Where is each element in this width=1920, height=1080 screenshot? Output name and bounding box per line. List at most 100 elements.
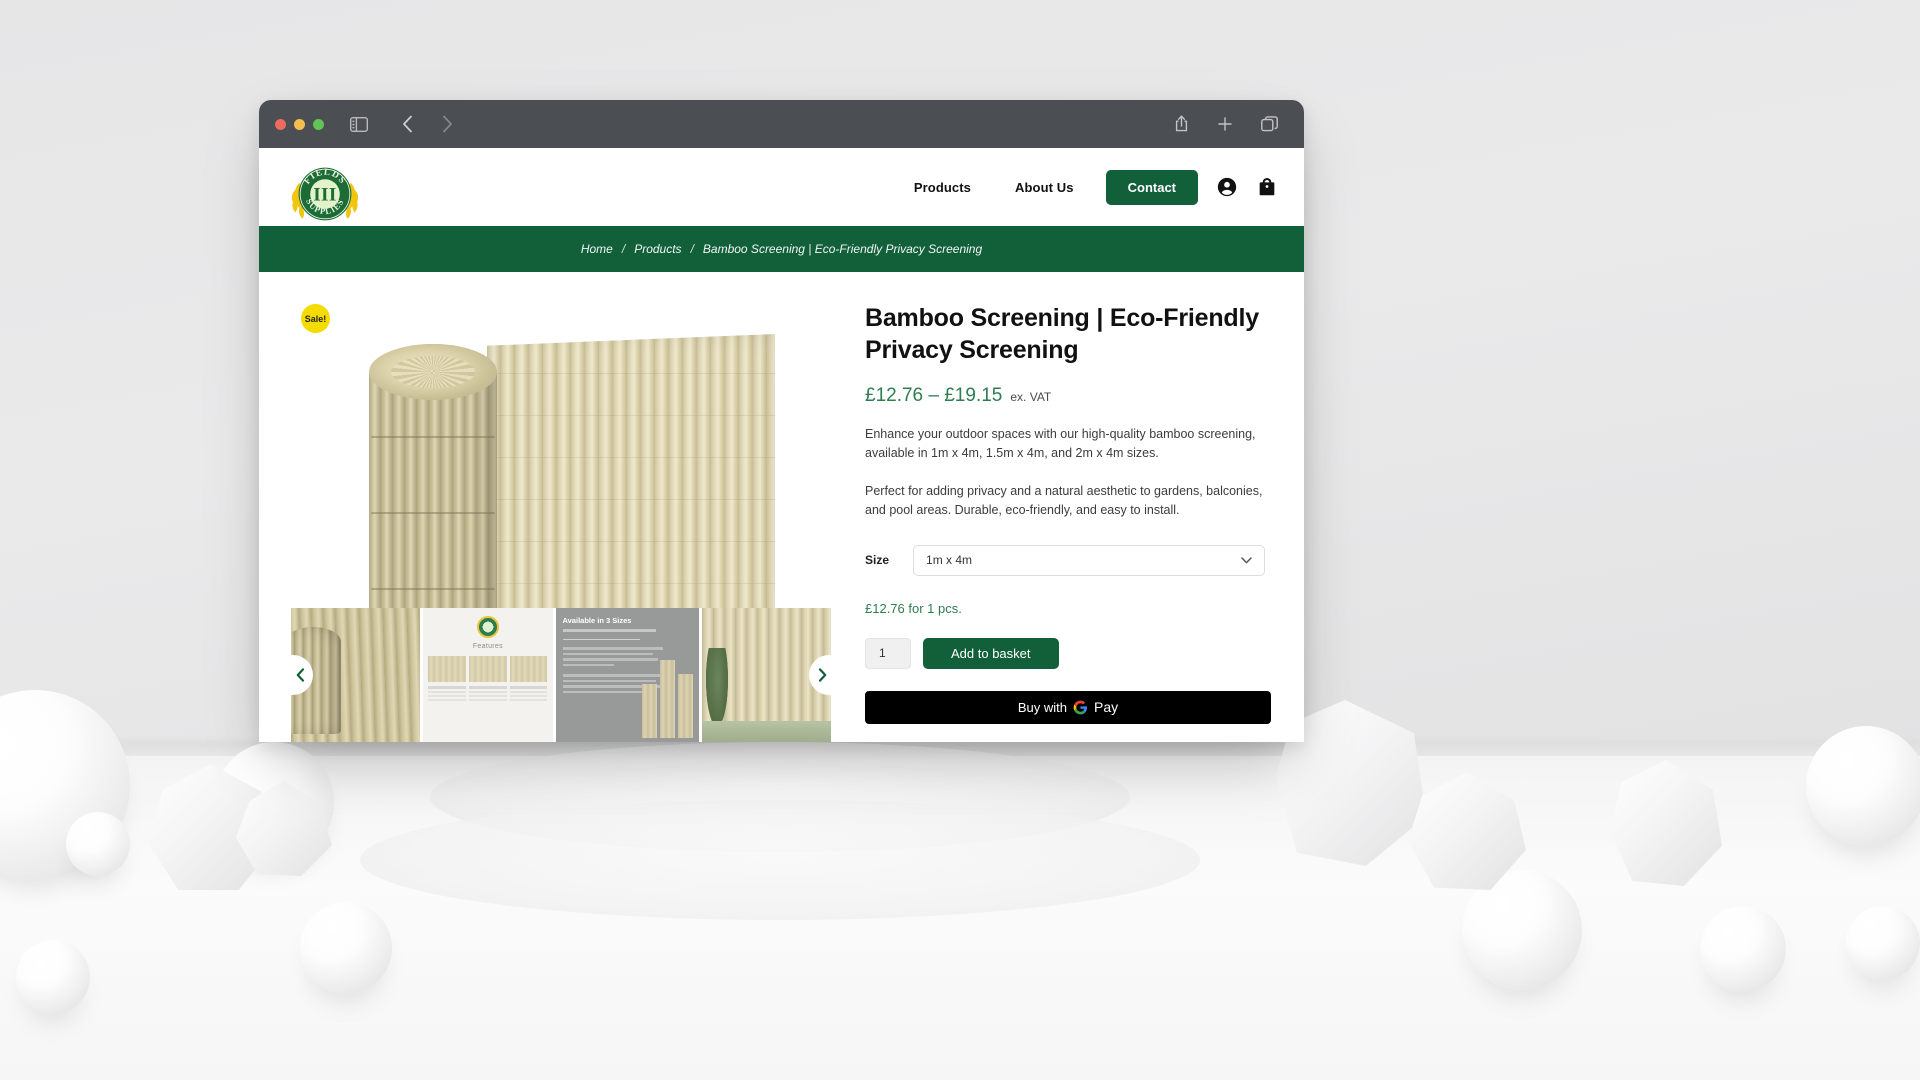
thumbnail-available-in-3-sizes[interactable]: Available in 3 Sizes bbox=[555, 608, 699, 742]
breadcrumb-separator: / bbox=[690, 242, 694, 256]
feature-row bbox=[428, 656, 548, 701]
price-row: £12.76 – £19.15 ex. VAT bbox=[865, 385, 1272, 407]
product-details: Bamboo Screening | Eco-Friendly Privacy … bbox=[865, 298, 1272, 742]
size-label: Size bbox=[865, 553, 890, 567]
size-select[interactable]: 1m x 4m bbox=[913, 544, 1266, 576]
bamboo-wire bbox=[371, 588, 495, 590]
purchase-row: 1 Add to basket bbox=[865, 637, 1272, 669]
mini-logo-icon bbox=[476, 616, 499, 638]
feature-image bbox=[428, 656, 467, 682]
feature-text bbox=[428, 695, 467, 697]
close-window-button[interactable] bbox=[275, 118, 286, 130]
feature-label bbox=[428, 686, 467, 689]
quantity-input[interactable]: 1 bbox=[865, 637, 911, 669]
feature-cell bbox=[469, 656, 507, 701]
thumbnail-body-line bbox=[562, 647, 664, 650]
gpay-prefix-label: Buy with bbox=[1017, 699, 1067, 715]
contact-button[interactable]: Contact bbox=[1105, 169, 1198, 205]
toolbar-actions bbox=[1166, 109, 1284, 139]
sidebar-icon[interactable] bbox=[344, 109, 374, 139]
product-hero-image[interactable] bbox=[291, 298, 831, 608]
product-description-2: Perfect for adding privacy and a natural… bbox=[865, 483, 1263, 518]
back-button[interactable] bbox=[392, 109, 422, 139]
thumbnail-rule bbox=[562, 639, 641, 641]
background-sphere bbox=[1846, 906, 1920, 980]
thumbnail-body-line bbox=[562, 652, 653, 656]
add-to-basket-button[interactable]: Add to basket bbox=[923, 637, 1059, 669]
price-range: £12.76 – £19.15 bbox=[865, 385, 1003, 406]
thumbnail-sizes-title: Available in 3 Sizes bbox=[562, 616, 632, 625]
nav-item-about-us[interactable]: About Us bbox=[993, 180, 1096, 195]
gpay-label: Pay bbox=[1094, 699, 1119, 715]
price-vat-note: ex. VAT bbox=[1010, 390, 1052, 404]
feature-label bbox=[509, 686, 548, 689]
size-selected-value: 1m x 4m bbox=[926, 553, 973, 567]
feature-text bbox=[469, 691, 507, 693]
site-header: FIELDS SUPPLIES III Products About Us Co… bbox=[259, 148, 1304, 226]
background-podium bbox=[360, 800, 1200, 920]
breadcrumb: Home / Products / Bamboo Screening | Eco… bbox=[259, 226, 1304, 272]
bamboo-wire bbox=[371, 436, 495, 438]
plus-icon[interactable] bbox=[1210, 109, 1240, 139]
feature-cell bbox=[428, 656, 467, 701]
breadcrumb-item-current: Bamboo Screening | Eco-Friendly Privacy … bbox=[702, 242, 983, 256]
bamboo-panel bbox=[677, 674, 693, 738]
background-sphere bbox=[66, 812, 130, 876]
minimize-window-button[interactable] bbox=[294, 118, 305, 130]
feature-text bbox=[509, 695, 548, 697]
breadcrumb-item-home[interactable]: Home bbox=[581, 242, 613, 256]
thumbnail-body-line bbox=[562, 663, 615, 667]
svg-text:III: III bbox=[313, 184, 337, 205]
feature-text bbox=[509, 699, 548, 701]
browser-toolbar bbox=[259, 100, 1304, 148]
sale-badge: Sale! bbox=[301, 304, 330, 333]
feature-text bbox=[469, 695, 507, 697]
buy-with-google-pay-button[interactable]: Buy with Pay bbox=[865, 690, 1271, 724]
size-selector-row: Size 1m x 4m bbox=[865, 544, 1272, 576]
chevron-down-icon bbox=[1241, 553, 1252, 567]
feature-text bbox=[428, 699, 467, 701]
thumbnail-features-infographic[interactable]: Features bbox=[423, 608, 553, 742]
bamboo-wire bbox=[371, 512, 495, 514]
window-controls bbox=[275, 118, 324, 130]
product-title: Bamboo Screening | Eco-Friendly Privacy … bbox=[865, 304, 1259, 364]
product-section: Sale! Features Available in 3 Sizes Bamb… bbox=[259, 272, 1304, 742]
thumbnail-strip: Features Available in 3 Sizes bbox=[287, 608, 835, 742]
thumbnail-features-title: Features bbox=[472, 643, 503, 650]
product-gallery: Sale! Features Available in 3 Sizes bbox=[287, 298, 835, 742]
nav-item-products[interactable]: Products bbox=[892, 180, 993, 195]
tabs-overview-icon[interactable] bbox=[1254, 109, 1284, 139]
bamboo-panel bbox=[659, 660, 675, 738]
feature-label bbox=[469, 686, 507, 689]
bamboo-roll-top bbox=[369, 344, 497, 400]
background-sphere bbox=[1700, 906, 1786, 992]
feature-text bbox=[509, 691, 548, 693]
maximize-window-button[interactable] bbox=[313, 118, 324, 130]
bamboo-panel bbox=[641, 684, 657, 738]
feature-image bbox=[509, 656, 548, 682]
background-sphere bbox=[300, 902, 392, 994]
browser-window: FIELDS SUPPLIES III Products About Us Co… bbox=[259, 100, 1304, 742]
feature-image bbox=[469, 656, 507, 682]
background-sphere bbox=[16, 940, 90, 1014]
feature-cell bbox=[509, 656, 548, 701]
breadcrumb-separator: / bbox=[621, 242, 626, 256]
bamboo-roll bbox=[369, 344, 497, 608]
unit-price-note: £12.76 for 1 pcs. bbox=[865, 600, 962, 616]
feature-text bbox=[469, 699, 507, 701]
bamboo-panels-illustration bbox=[641, 660, 693, 738]
bamboo-sheet bbox=[487, 334, 775, 608]
forward-button[interactable] bbox=[432, 109, 462, 139]
thumbnail-sizes-subtitle bbox=[562, 629, 656, 633]
shopping-bag-icon[interactable] bbox=[1256, 176, 1278, 198]
product-description-1: Enhance your outdoor spaces with our hig… bbox=[865, 427, 1256, 461]
breadcrumb-item-products[interactable]: Products bbox=[634, 242, 681, 256]
share-icon[interactable] bbox=[1166, 109, 1196, 139]
feature-text bbox=[428, 691, 467, 693]
account-circle-icon[interactable] bbox=[1216, 176, 1238, 198]
fields-supplies-logo[interactable]: FIELDS SUPPLIES III bbox=[285, 154, 365, 234]
main-navigation: Products About Us Contact bbox=[892, 169, 1278, 205]
thumbnail-body-line bbox=[562, 690, 648, 694]
background-sphere bbox=[1806, 726, 1920, 846]
bamboo-roll-illustration bbox=[369, 326, 775, 608]
